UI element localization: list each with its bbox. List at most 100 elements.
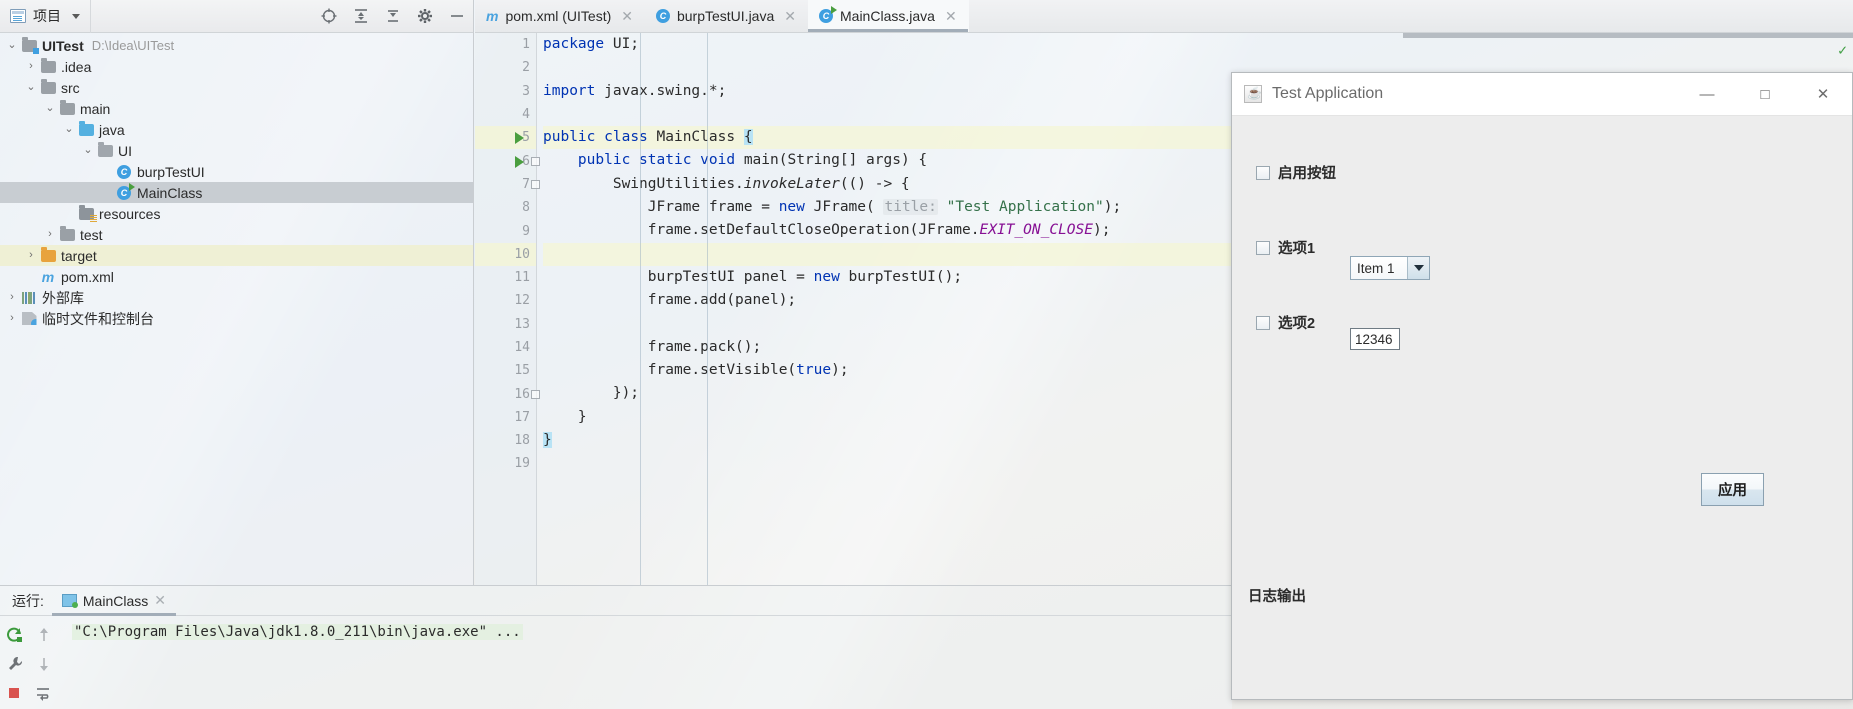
console-output[interactable]: "C:\Program Files\Java\jdk1.8.0_211\bin\…: [58, 616, 1232, 709]
checkbox-option1-label: 选项1: [1278, 241, 1316, 257]
chevron-down-icon[interactable]: ⌄: [61, 124, 77, 135]
settings-wrench-icon[interactable]: [6, 655, 24, 676]
expand-all-icon[interactable]: [345, 0, 377, 33]
editor-tab-bar[interactable]: m pom.xml (UITest) ✕ CburpTestUI.java ✕ C Main…: [475, 0, 1853, 33]
project-folder-icon: [20, 36, 39, 54]
tree-item-label: burpTestUI: [137, 163, 205, 180]
tree-item-target[interactable]: › target: [0, 245, 473, 266]
java-class-icon: C: [115, 164, 133, 179]
tree-item-UITest[interactable]: ⌄ UITest D:\Idea\UITest: [0, 35, 473, 56]
close-icon[interactable]: ✕: [154, 592, 166, 609]
chevron-down-icon[interactable]: [72, 13, 80, 19]
folder-resources-icon: [77, 204, 97, 222]
checkbox-enable-button-label: 启用按钮: [1278, 166, 1336, 182]
run-tab-mainclass[interactable]: MainClass ✕: [52, 586, 176, 616]
tree-item-label: MainClass: [137, 184, 203, 201]
tree-item-pomxml[interactable]: ›mpom.xml: [0, 266, 473, 287]
hide-icon[interactable]: [441, 0, 473, 33]
project-tool-window-header[interactable]: 项目: [0, 0, 91, 33]
tree-item-src[interactable]: ⌄ src: [0, 77, 473, 98]
editor-gutter[interactable]: 1 2 3 4 5 6 7 8 9 10 11 12 13 14 15 16 17 18 19: [475, 33, 540, 585]
java-class-icon: C: [655, 9, 670, 23]
tree-item-[interactable]: › 外部库: [0, 287, 473, 308]
editor-tab-mainclass[interactable]: C MainClass.java ✕: [808, 0, 969, 32]
maximize-button[interactable]: □: [1736, 73, 1794, 116]
close-button[interactable]: ✕: [1794, 73, 1852, 116]
soft-wrap-icon[interactable]: [34, 685, 52, 704]
line-number: 8: [522, 200, 530, 216]
chevron-right-icon[interactable]: ›: [4, 313, 20, 324]
item-dropdown[interactable]: Item 1: [1350, 256, 1430, 280]
collapse-all-icon[interactable]: [377, 0, 409, 33]
chevron-right-icon[interactable]: ›: [4, 292, 20, 303]
chevron-right-icon[interactable]: ›: [23, 250, 39, 261]
tree-item-label: UITest: [42, 37, 84, 54]
tree-item-test[interactable]: › test: [0, 224, 473, 245]
console-line: "C:\Program Files\Java\jdk1.8.0_211\bin\…: [72, 624, 523, 640]
test-application-dialog[interactable]: Test Application — □ ✕ 启用按钮 选项1 Item 1: [1231, 72, 1853, 700]
project-tree[interactable]: ⌄ UITest D:\Idea\UITest › .idea ⌄ src ⌄ main ⌄ jav…: [0, 33, 473, 329]
project-icon: [10, 9, 26, 23]
window-controls: — □ ✕: [1678, 73, 1852, 116]
editor-horizontal-scrollbar[interactable]: [1403, 33, 1853, 38]
apply-button[interactable]: 应用: [1701, 473, 1764, 506]
chevron-right-icon[interactable]: ›: [42, 229, 58, 240]
log-output-label: 日志输出: [1248, 589, 1306, 605]
tree-item-resources[interactable]: ›resources: [0, 203, 473, 224]
tree-item-label: resources: [99, 205, 161, 222]
run-side-toolbar: [0, 616, 58, 709]
tree-item-idea[interactable]: › .idea: [0, 56, 473, 77]
tree-item-UI[interactable]: ⌄ UI: [0, 140, 473, 161]
run-output-body: "C:\Program Files\Java\jdk1.8.0_211\bin\…: [0, 616, 1232, 709]
tree-item-burpTestUI[interactable]: ›CburpTestUI: [0, 161, 473, 182]
settings-gear-icon[interactable]: [409, 0, 441, 33]
tree-item-label: .idea: [61, 58, 92, 75]
number-text-field[interactable]: 12346: [1350, 328, 1400, 350]
run-tool-window: 运行: MainClass ✕ "C:\Program Files\Java\j…: [0, 585, 1232, 709]
dialog-title-bar[interactable]: Test Application — □ ✕: [1232, 73, 1852, 116]
tree-item-label: test: [80, 226, 103, 243]
run-tab-label: MainClass: [82, 592, 149, 609]
chevron-down-icon[interactable]: [1407, 257, 1429, 279]
chevron-down-icon[interactable]: ⌄: [4, 40, 20, 51]
tree-item-[interactable]: › 临时文件和控制台: [0, 308, 473, 329]
editor-tab-label: MainClass.java: [840, 8, 935, 24]
inspection-status-icon: ✓: [1837, 41, 1847, 59]
scroll-down-icon[interactable]: [36, 655, 52, 676]
chevron-down-icon[interactable]: ⌄: [23, 82, 39, 93]
chevron-down-icon[interactable]: ⌄: [80, 145, 96, 156]
run-gutter-icon[interactable]: [515, 132, 524, 145]
close-icon[interactable]: ✕: [784, 8, 796, 25]
checkbox-option2[interactable]: [1256, 315, 1270, 330]
tree-item-MainClass[interactable]: ›CMainClass: [0, 182, 473, 203]
tree-item-main[interactable]: ⌄ main: [0, 98, 473, 119]
stop-icon[interactable]: [6, 685, 22, 704]
folder-source-icon: [77, 120, 95, 136]
scroll-up-icon[interactable]: [36, 626, 52, 647]
line-number: 5: [475, 126, 536, 150]
editor-tab-burptestui[interactable]: CburpTestUI.java ✕: [645, 0, 808, 32]
editor-tab-pom[interactable]: m pom.xml (UITest) ✕: [475, 0, 645, 32]
locate-icon[interactable]: [313, 0, 345, 33]
run-window-label: 运行:: [12, 592, 44, 609]
folder-gray-icon: [39, 78, 57, 94]
line-number: 6: [522, 153, 530, 169]
option2-row[interactable]: 选项2: [1256, 312, 1315, 333]
close-icon[interactable]: ✕: [945, 8, 957, 25]
tree-item-path: D:\Idea\UITest: [91, 38, 175, 53]
minimize-button[interactable]: —: [1678, 73, 1736, 116]
dialog-title: Test Application: [1272, 85, 1384, 102]
tree-item-java[interactable]: ⌄ java: [0, 119, 473, 140]
tree-item-label: main: [80, 100, 111, 117]
close-icon[interactable]: ✕: [621, 8, 633, 25]
option1-row[interactable]: 选项1: [1256, 237, 1315, 258]
chevron-right-icon[interactable]: ›: [23, 61, 39, 72]
checkbox-enable-button[interactable]: [1256, 165, 1270, 180]
run-gutter-icon[interactable]: [515, 155, 524, 168]
chevron-down-icon[interactable]: ⌄: [42, 103, 58, 114]
checkbox-option1[interactable]: [1256, 240, 1270, 255]
item-dropdown-value: Item 1: [1351, 257, 1407, 279]
enable-button-checkbox-row[interactable]: 启用按钮: [1256, 162, 1336, 183]
folder-gray-icon: [58, 225, 76, 241]
rerun-icon[interactable]: [6, 626, 24, 647]
